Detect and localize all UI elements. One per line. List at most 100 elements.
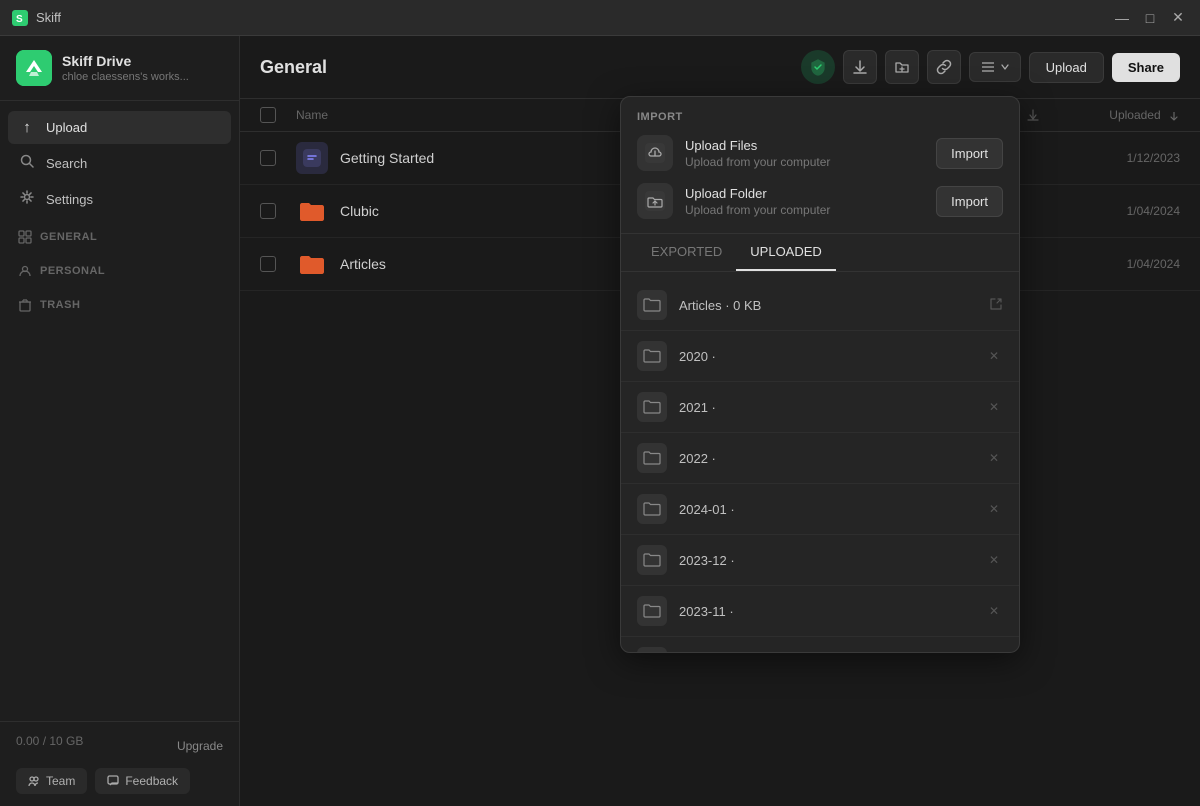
list-item[interactable]: 2023-12 · ✕ (621, 535, 1019, 586)
list-item[interactable]: 2020 · ✕ (621, 331, 1019, 382)
feedback-icon (107, 775, 119, 787)
file-icon-folder (296, 195, 328, 227)
close-icon[interactable]: ✕ (985, 500, 1003, 518)
page-title: General (260, 57, 789, 78)
list-item[interactable]: 2024-01 · ✕ (621, 484, 1019, 535)
folder-name: 2024-01 · (679, 502, 973, 517)
feedback-button[interactable]: Feedback (95, 768, 190, 794)
app-icon: S (12, 10, 28, 26)
team-label: Team (46, 774, 75, 788)
shield-button[interactable] (801, 50, 835, 84)
personal-icon (18, 264, 32, 278)
upload-dropdown: IMPORT Upload Files Upload from your com… (620, 96, 1020, 653)
folder-list: Articles · 0 KB (621, 272, 1019, 652)
list-view-icon (980, 59, 996, 75)
section-personal-label: PERSONAL (40, 265, 105, 277)
tab-exported[interactable]: EXPORTED (637, 234, 736, 271)
upload-files-title: Upload Files (685, 138, 924, 153)
header-uploaded: Uploaded (1060, 108, 1180, 122)
minimize-button[interactable]: — (1112, 8, 1132, 28)
upload-files-import-button[interactable]: Import (936, 138, 1003, 169)
header-checkbox[interactable] (260, 107, 284, 123)
file-icon-doc (296, 142, 328, 174)
main-header: General (240, 36, 1200, 99)
drive-title: Skiff Drive (62, 53, 189, 69)
sidebar-item-upload-label: Upload (46, 120, 87, 135)
close-icon[interactable]: ✕ (985, 398, 1003, 416)
upload-folder-title: Upload Folder (685, 186, 924, 201)
workspace-label: chloe claessens's works... (62, 71, 189, 83)
row-checkbox[interactable] (260, 203, 284, 219)
sidebar-footer: 0.00 / 10 GB Upgrade Team (0, 721, 239, 806)
sidebar-item-upload[interactable]: ↑ Upload (8, 111, 231, 144)
folder-icon (637, 494, 667, 524)
folder-name: Articles · 0 KB (679, 298, 977, 313)
sidebar-item-search[interactable]: Search (8, 146, 231, 180)
share-button[interactable]: Share (1112, 53, 1180, 82)
window-controls: — □ ✕ (1112, 8, 1188, 28)
section-general-label: GENERAL (40, 231, 97, 243)
team-icon (28, 775, 40, 787)
sidebar-item-settings-label: Settings (46, 192, 93, 207)
folder-name: 2023-12 · (679, 553, 973, 568)
footer-actions: Team Feedback (16, 768, 223, 794)
section-trash-label: TRASH (40, 299, 80, 311)
general-icon (18, 230, 32, 244)
close-icon[interactable]: ✕ (985, 602, 1003, 620)
section-trash[interactable]: TRASH (8, 292, 231, 318)
list-item[interactable]: Articles · 0 KB (621, 280, 1019, 331)
tab-uploaded[interactable]: UPLOADED (736, 234, 836, 271)
upload-folder-subtitle: Upload from your computer (685, 203, 924, 217)
close-icon[interactable]: ✕ (985, 551, 1003, 569)
list-item[interactable]: 2023-10 · ✕ (621, 637, 1019, 652)
folder-icon (637, 647, 667, 652)
file-date: 1/04/2024 (1060, 204, 1180, 218)
sidebar-nav: ↑ Upload Search (0, 101, 239, 721)
sidebar: Skiff Drive chloe claessens's works... ↑… (0, 36, 240, 806)
folder-name: 2023-11 · (679, 604, 973, 619)
header-actions: Upload Share (801, 50, 1180, 84)
upgrade-button[interactable]: Upgrade (177, 739, 223, 753)
add-folder-button[interactable] (885, 50, 919, 84)
close-icon[interactable]: ✕ (985, 449, 1003, 467)
folder-icon (637, 290, 667, 320)
upload-folder-icon (637, 183, 673, 219)
team-button[interactable]: Team (16, 768, 87, 794)
folder-name: 2021 · (679, 400, 973, 415)
upload-button[interactable]: Upload (1029, 52, 1104, 83)
folder-name: 2020 · (679, 349, 973, 364)
close-icon[interactable]: ✕ (985, 347, 1003, 365)
view-dropdown-button[interactable] (969, 52, 1021, 82)
list-item[interactable]: 2023-11 · ✕ (621, 586, 1019, 637)
table-download-icon[interactable] (1026, 108, 1040, 122)
folder-icon (637, 341, 667, 371)
download-icon (852, 59, 868, 75)
logo-icon (16, 50, 52, 86)
settings-icon (18, 190, 36, 208)
sidebar-item-search-label: Search (46, 156, 87, 171)
folder-icon (637, 545, 667, 575)
download-button[interactable] (843, 50, 877, 84)
external-link-icon[interactable] (989, 297, 1003, 314)
file-date: 1/12/2023 (1060, 151, 1180, 165)
row-checkbox[interactable] (260, 256, 284, 272)
list-item[interactable]: 2022 · ✕ (621, 433, 1019, 484)
title-bar: S Skiff — □ ✕ (0, 0, 1200, 36)
import-section: IMPORT Upload Files Upload from your com… (621, 97, 1019, 234)
main-content: General (240, 36, 1200, 806)
upload-folder-import-button[interactable]: Import (936, 186, 1003, 217)
upload-files-subtitle: Upload from your computer (685, 155, 924, 169)
section-general[interactable]: GENERAL (8, 224, 231, 250)
list-item[interactable]: 2021 · ✕ (621, 382, 1019, 433)
trash-icon (18, 298, 32, 312)
sidebar-item-settings[interactable]: Settings (8, 182, 231, 216)
folder-icon (637, 596, 667, 626)
row-checkbox[interactable] (260, 150, 284, 166)
title-bar-text: Skiff (36, 10, 1112, 25)
link-button[interactable] (927, 50, 961, 84)
maximize-button[interactable]: □ (1140, 8, 1160, 28)
dropdown-tabs: EXPORTED UPLOADED (621, 234, 1019, 272)
section-personal[interactable]: PERSONAL (8, 258, 231, 284)
close-button[interactable]: ✕ (1168, 8, 1188, 28)
sidebar-header: Skiff Drive chloe claessens's works... (0, 36, 239, 101)
